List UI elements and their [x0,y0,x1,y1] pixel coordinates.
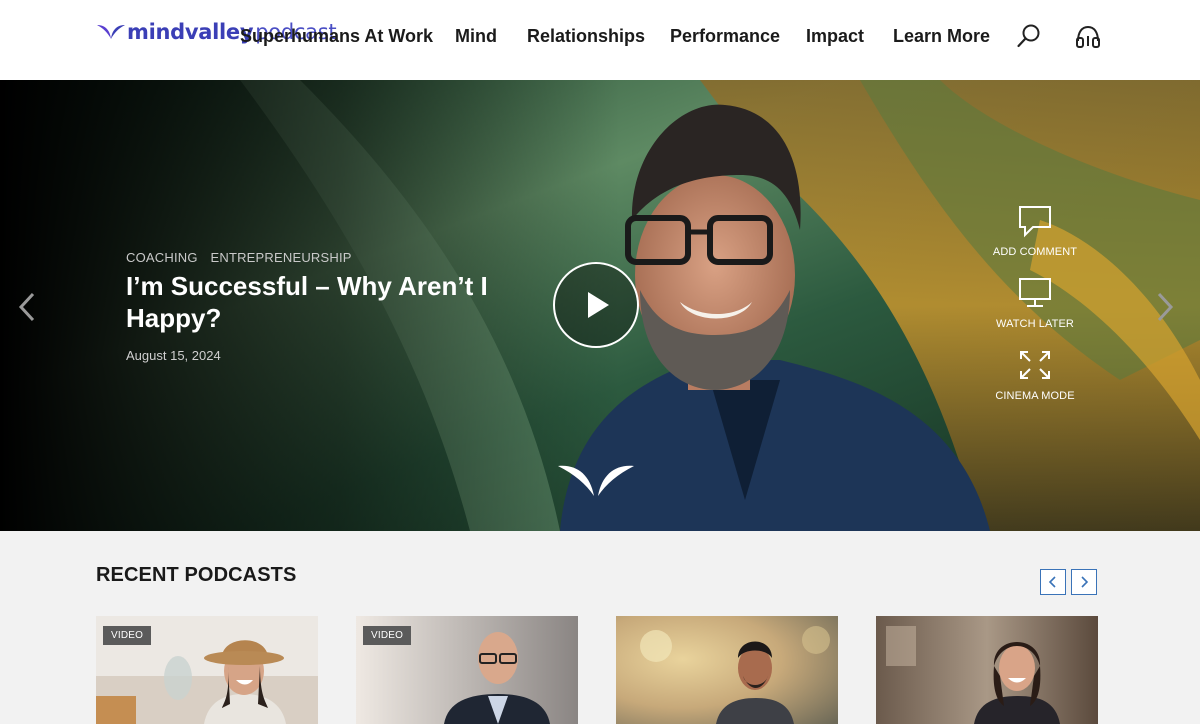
site-header: mindvalley podcast Superhumans At Work M… [0,0,1200,80]
nav-superhumans-at-work[interactable]: Superhumans At Work [240,26,433,47]
hero-categories: COACHING ENTREPRENEURSHIP [126,250,361,265]
hero-next-arrow[interactable] [1154,290,1176,324]
cinema-mode-label: CINEMA MODE [995,390,1075,402]
watch-later-button[interactable]: WATCH LATER [985,276,1085,332]
video-badge: VIDEO [103,626,152,645]
play-icon [588,292,609,318]
podcast-thumbnail [616,616,838,724]
nav-mind[interactable]: Mind [455,26,497,47]
category-coaching[interactable]: COACHING [126,250,198,265]
monitor-icon [1019,278,1051,307]
recent-prev-button[interactable] [1040,569,1066,595]
podcast-thumbnail [876,616,1098,724]
brand-name: mindvalley [127,20,254,44]
recent-next-button[interactable] [1071,569,1097,595]
expand-icon [1020,351,1050,379]
hero-date: August 15, 2024 [126,348,221,363]
nav-learn-more[interactable]: Learn More [893,26,990,47]
podcast-card[interactable] [876,616,1098,724]
recent-podcasts-heading: RECENT PODCASTS [96,564,297,586]
headphones-icon[interactable] [1075,22,1101,50]
nav-relationships[interactable]: Relationships [527,26,645,47]
hero-title[interactable]: I’m Successful – Why Aren’t I Happy? [126,270,526,334]
nav-performance[interactable]: Performance [670,26,780,47]
chevron-right-icon [1081,576,1089,588]
mindvalley-watermark-icon [558,465,634,496]
play-button[interactable] [553,262,639,348]
category-entrepreneurship[interactable]: ENTREPRENEURSHIP [210,250,351,265]
hero-slider: COACHING ENTREPRENEURSHIP I’m Successful… [0,80,1200,531]
search-icon[interactable] [1016,22,1042,50]
hero-prev-arrow[interactable] [16,290,38,324]
video-badge: VIDEO [363,626,412,645]
comment-icon [1019,206,1051,238]
chevron-left-icon [1048,576,1056,588]
add-comment-label: ADD COMMENT [992,246,1078,258]
add-comment-button[interactable]: ADD COMMENT [985,204,1085,260]
podcast-card[interactable]: VIDEO [356,616,578,724]
mindvalley-wing-icon [97,25,125,39]
nav-impact[interactable]: Impact [806,26,864,47]
watch-later-label: WATCH LATER [996,318,1074,330]
podcast-card[interactable] [616,616,838,724]
podcast-card[interactable]: VIDEO [96,616,318,724]
cinema-mode-button[interactable]: CINEMA MODE [985,348,1085,404]
